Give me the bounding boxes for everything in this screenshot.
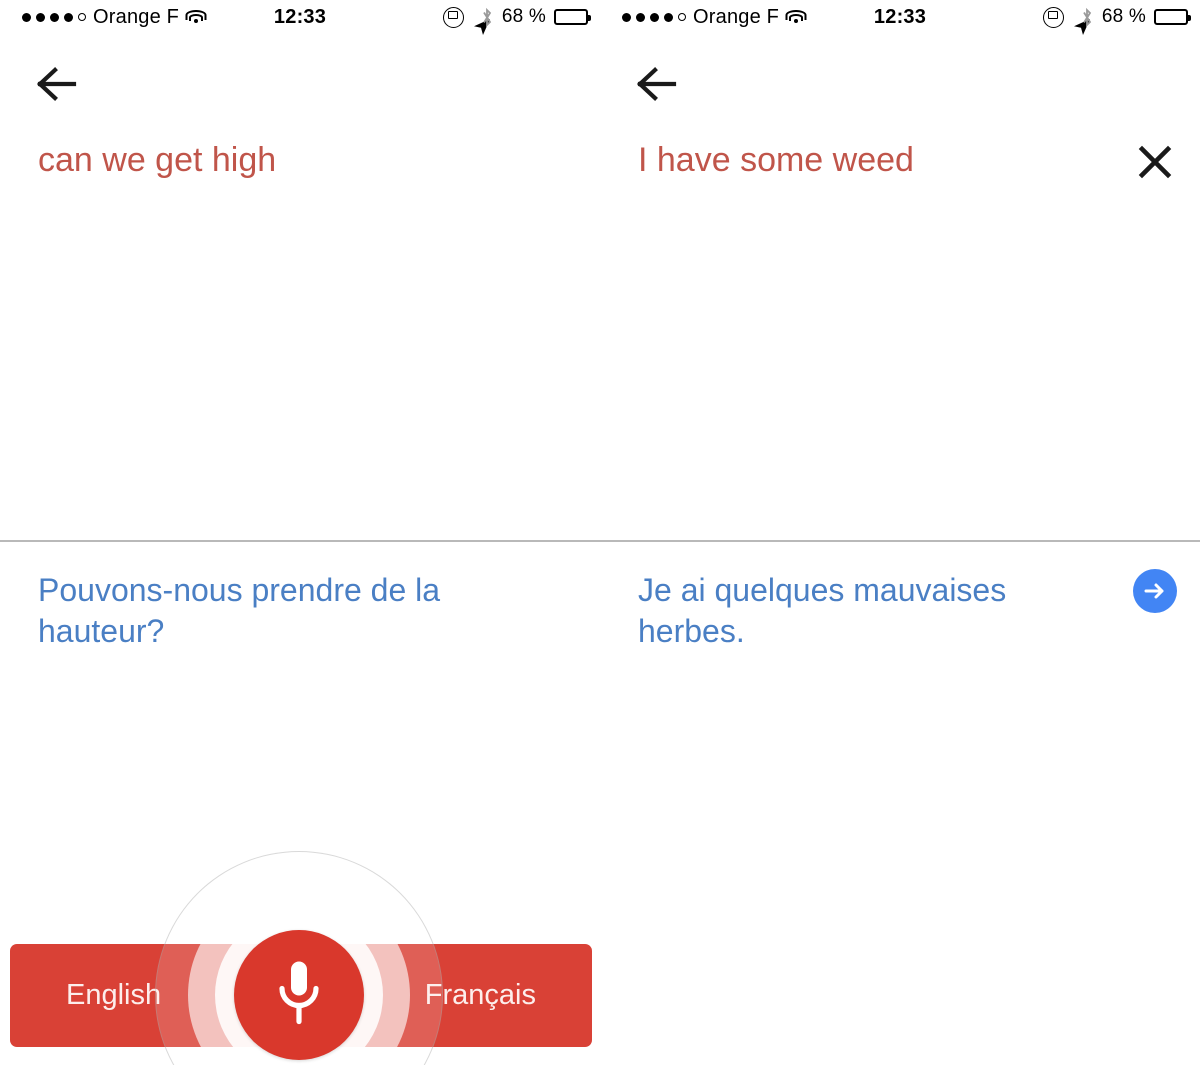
status-bar-indicators: 68 %	[1042, 6, 1191, 35]
battery-percent-label: 68 %	[501, 6, 546, 27]
microphone-icon[interactable]	[273, 956, 325, 1035]
source-language-label-left[interactable]: English	[66, 979, 161, 1012]
panel-divider	[0, 540, 1200, 542]
source-text-right[interactable]: I have some weed	[638, 138, 1108, 182]
source-text-left[interactable]: can we get high	[38, 138, 518, 182]
back-button[interactable]	[34, 62, 80, 106]
close-icon[interactable]	[1133, 140, 1177, 184]
battery-icon	[554, 9, 591, 25]
battery-icon	[1154, 9, 1191, 25]
status-bar-left: Orange F 12:33 68 %	[0, 0, 600, 35]
rotation-lock-icon	[1042, 6, 1064, 28]
bluetooth-icon	[1080, 7, 1094, 28]
status-bar-right: Orange F 12:33 68 %	[600, 0, 1200, 35]
target-text-left[interactable]: Pouvons-nous prendre de la hauteur?	[38, 570, 498, 652]
bluetooth-icon	[480, 7, 494, 28]
target-text-right[interactable]: Je ai quelques mauvaises herbes.	[638, 570, 1068, 652]
submit-translation-button[interactable]	[1133, 569, 1177, 613]
rotation-lock-icon	[442, 6, 464, 28]
status-bar-indicators: 68 %	[442, 6, 591, 35]
back-button[interactable]	[634, 62, 680, 106]
translate-screen-right: Orange F 12:33 68 % I have some weed Je …	[600, 0, 1200, 1065]
battery-percent-label: 68 %	[1101, 6, 1146, 27]
translate-screen-left: Orange F 12:33 68 % can we get high Pouv…	[0, 0, 600, 1065]
target-language-label-left[interactable]: Français	[425, 979, 536, 1012]
